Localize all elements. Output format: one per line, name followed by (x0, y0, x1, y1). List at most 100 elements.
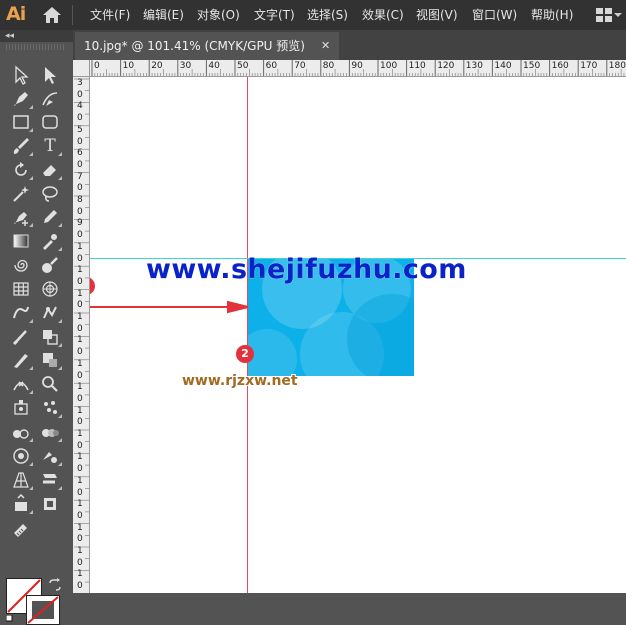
blend-tool-icon[interactable] (38, 421, 62, 443)
ruler-label: 1 (77, 475, 83, 486)
rectangle-tool-icon[interactable] (9, 111, 33, 133)
document-tab-bar: 10.jpg* @ 101.41% (CMYK/GPU 预览) ✕ (73, 30, 626, 60)
menu-select[interactable]: 选择(S) (307, 0, 348, 30)
anchor-add-icon[interactable] (9, 206, 33, 228)
stroke-swatch[interactable] (26, 595, 60, 625)
ruler-label: 0 (77, 487, 83, 498)
artboard-tool-icon[interactable] (9, 493, 33, 515)
ruler-label: 0 (77, 230, 83, 241)
curvature-tool-icon[interactable] (38, 88, 62, 110)
polar-grid-icon[interactable] (38, 278, 62, 300)
ruler-label: 4 (77, 101, 83, 112)
tools-panel: ◂◂ T (0, 30, 73, 625)
graph-tool-icon[interactable] (9, 421, 33, 443)
menu-window[interactable]: 窗口(W) (472, 0, 517, 30)
direct-selection-tool-icon[interactable] (38, 64, 62, 86)
menu-bar: Ai 文件(F) 编辑(E) 对象(O) 文字(T) 选择(S) 效果(C) 视… (0, 0, 626, 30)
menu-object[interactable]: 对象(O) (197, 0, 240, 30)
pencil-tool-icon[interactable] (38, 206, 62, 228)
ruler-label: 9 (77, 218, 83, 229)
menu-file[interactable]: 文件(F) (90, 0, 130, 30)
magic-wand-icon[interactable] (9, 183, 33, 205)
swap-fill-stroke-icon[interactable] (48, 578, 62, 592)
panel-grip[interactable] (6, 44, 66, 50)
eraser-tool-icon[interactable] (38, 159, 62, 181)
workspace-icon[interactable] (596, 8, 612, 22)
zoom-tool-icon[interactable] (38, 373, 62, 395)
ruler-label: 0 (77, 534, 83, 545)
gradient-tool-icon[interactable] (9, 230, 33, 252)
ruler-label: 30 (179, 61, 192, 71)
artboard-canvas[interactable]: www.shejifuzhu.com www.rjzxw.net 1 2 (90, 77, 626, 593)
collapse-icon[interactable]: ◂◂ (5, 31, 14, 41)
mesh-tool-icon[interactable] (9, 445, 33, 467)
type-tool-icon[interactable]: T (38, 135, 62, 157)
chevron-down-icon[interactable] (614, 13, 622, 17)
ruler-label: 0 (77, 347, 83, 358)
type-tool-glyph: T (44, 136, 56, 156)
vertical-guide[interactable] (247, 77, 248, 593)
symbol-sprayer-icon[interactable] (38, 397, 62, 419)
ruler-label: 0 (77, 113, 83, 124)
rounded-rect-tool-icon[interactable] (38, 111, 62, 133)
ruler-label: 110 (408, 61, 426, 71)
ruler-label: 1 (77, 312, 83, 322)
document-tab[interactable]: 10.jpg* @ 101.41% (CMYK/GPU 预览) ✕ (75, 32, 339, 60)
pen-tool-icon[interactable] (9, 88, 33, 110)
spiral-tool-icon[interactable] (9, 254, 33, 276)
ruler-label: 1 (77, 288, 83, 299)
menu-help[interactable]: 帮助(H) (531, 0, 573, 30)
ruler-label: 1 (77, 569, 83, 580)
ruler-label: 1 (77, 265, 83, 276)
puppet-warp-icon[interactable] (38, 302, 62, 324)
ruler-label: 0 (77, 393, 83, 404)
home-icon[interactable] (42, 6, 62, 24)
rotate-tool-icon[interactable] (9, 159, 33, 181)
close-icon[interactable]: ✕ (321, 32, 330, 60)
ruler-label: 0 (77, 440, 83, 451)
default-colors-icon[interactable] (6, 615, 16, 623)
menu-type[interactable]: 文字(T) (254, 0, 295, 30)
ruler-label: 170 (580, 61, 598, 71)
ruler-label: 50 (237, 61, 249, 71)
menu-view[interactable]: 视图(V) (416, 0, 458, 30)
menu-edit[interactable]: 编辑(E) (143, 0, 184, 30)
eyedropper-tool-icon[interactable] (38, 230, 62, 252)
ruler-label: 150 (523, 61, 541, 71)
menu-separator (72, 5, 73, 25)
measure-tool-icon[interactable] (9, 518, 33, 540)
shaper-tool-icon[interactable] (9, 302, 33, 324)
shape-builder-icon[interactable] (38, 326, 62, 348)
annotation-arrow (90, 300, 249, 314)
live-paint-icon[interactable] (38, 445, 62, 467)
selection-tool-icon[interactable] (9, 64, 33, 86)
document-tab-title: 10.jpg* @ 101.41% (CMYK/GPU 预览) (84, 39, 305, 53)
slice-tool-icon[interactable] (38, 469, 62, 491)
knife-tool-icon[interactable] (9, 349, 33, 371)
blob-brush-icon[interactable] (38, 254, 62, 276)
ruler-label: 3 (77, 78, 83, 88)
perspective-grid-icon[interactable] (9, 469, 33, 491)
free-transform-icon[interactable] (9, 397, 33, 419)
grid-tool-icon[interactable] (9, 278, 33, 300)
hand-tool-icon[interactable] (38, 493, 62, 515)
ruler-label: 1 (77, 499, 83, 510)
ruler-label: 60 (265, 61, 278, 71)
paintbrush-tool-icon[interactable] (9, 135, 33, 157)
ruler-origin[interactable] (73, 60, 90, 77)
ruler-label: 90 (351, 61, 363, 71)
lasso-icon[interactable] (38, 183, 62, 205)
menu-effect[interactable]: 效果(C) (362, 0, 404, 30)
width-tool-icon[interactable] (9, 373, 33, 395)
ruler-label: 0 (77, 136, 83, 147)
vertical-ruler[interactable]: 3040506070809010101010101010101010101010… (73, 77, 90, 593)
ruler-label: 0 (77, 464, 83, 475)
horizontal-ruler[interactable]: 0 10 20 30 40 50 60 70 80 90 100 110 120 130 140 150 160… (90, 60, 626, 77)
scissors-tool-icon[interactable] (9, 326, 33, 348)
step-marker-2: 2 (236, 345, 254, 363)
ruler-label: 6 (77, 148, 83, 159)
shape-builder-2-icon[interactable] (38, 349, 62, 371)
ruler-label: 0 (77, 557, 83, 568)
ruler-label: 1 (77, 382, 83, 393)
ruler-label: 5 (77, 124, 83, 135)
